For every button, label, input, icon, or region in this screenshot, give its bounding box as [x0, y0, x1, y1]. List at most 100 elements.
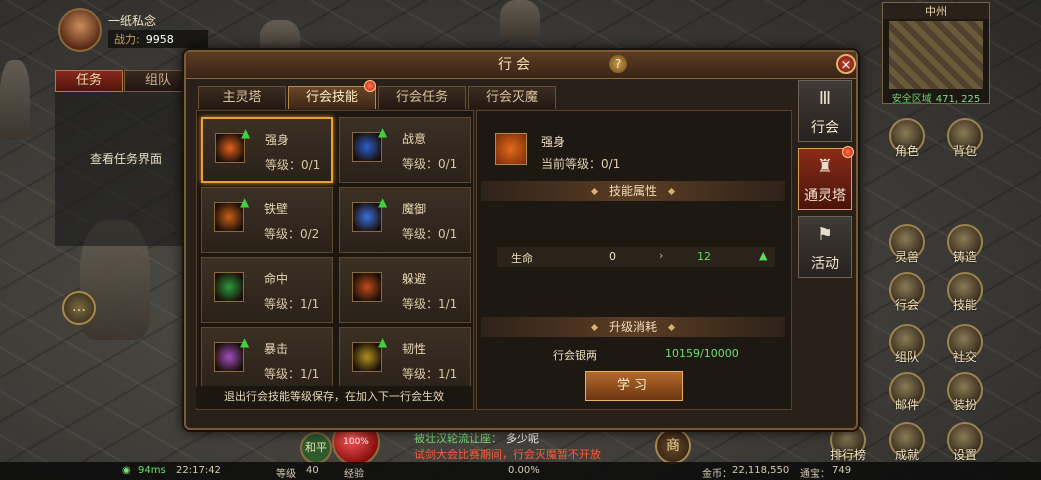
level-label: 等级	[276, 469, 296, 480]
tab-team[interactable]: 组队	[124, 70, 192, 92]
guild-silver-label: 行会银两	[553, 349, 597, 362]
player-info[interactable]: 一纸私念 战力: 9958	[58, 8, 208, 52]
tab-guild-quests[interactable]: 行会任务	[378, 86, 466, 109]
wifi-icon: ◉	[122, 465, 131, 476]
learn-button[interactable]: 学习	[585, 371, 683, 401]
flag-icon: ⚑	[816, 224, 834, 245]
skill-name: 铁壁	[264, 202, 289, 216]
guild-dialog: 行会 ? × 主灵塔 行会技能 行会任务 行会灭魔 ▲ 强身 等级：0/1 ▲ …	[184, 50, 858, 430]
chat-icon[interactable]: …	[62, 291, 96, 325]
tab-guild-demon-hunt[interactable]: 行会灭魔	[468, 86, 556, 109]
outfit-label: 装扮	[952, 398, 977, 412]
side-tab-spirit-tower[interactable]: ♜ 通灵塔	[798, 148, 852, 210]
tower-icon: ♜	[816, 156, 834, 177]
skill-card[interactable]: ▲ 韧性 等级：1/1	[339, 327, 471, 393]
skill-card[interactable]: 命中 等级：1/1	[201, 257, 333, 323]
detail-skill-name: 强身	[541, 135, 566, 149]
player-name: 一纸私念	[108, 14, 157, 28]
diamond-icon	[667, 323, 676, 332]
ingot-label: 通宝：	[800, 469, 830, 480]
npc-figure	[0, 60, 30, 140]
npc-figure	[500, 0, 540, 40]
skill-card[interactable]: ▲ 魔御 等级：0/1	[339, 187, 471, 253]
skill-level: 等级：0/1	[402, 157, 458, 171]
dodge-icon	[352, 272, 382, 302]
attributes-header-label: 技能属性	[608, 184, 657, 198]
skill-card[interactable]: 躲避 等级：1/1	[339, 257, 471, 323]
achievement-label: 成就	[894, 448, 919, 462]
skill-card[interactable]: ▲ 铁壁 等级：0/2	[201, 187, 333, 253]
attributes-header: 技能属性	[481, 181, 785, 201]
settings-label: 设置	[952, 448, 977, 462]
skill-card[interactable]: ▲ 强身 等级：0/1	[201, 117, 333, 183]
skill-card[interactable]: ▲ 暴击 等级：1/1	[201, 327, 333, 393]
bag-label: 背包	[952, 144, 977, 158]
tab-guild-skills[interactable]: 行会技能	[288, 86, 376, 109]
forge-label: 铸造	[952, 250, 977, 264]
skill-label: 技能	[952, 298, 977, 312]
diamond-icon	[667, 187, 676, 196]
skill-level: 等级：0/2	[264, 227, 320, 241]
map-title: 中州	[883, 3, 989, 19]
coords-value: 471, 225	[935, 94, 981, 105]
skill-name: 躲避	[402, 272, 427, 286]
pet-label: 灵兽	[894, 250, 919, 264]
skill-level: 等级：1/1	[402, 297, 458, 311]
arrow-right-icon: ›	[659, 249, 664, 262]
upgrade-arrow-icon: ▲	[378, 195, 388, 209]
accuracy-icon	[214, 272, 244, 302]
gold-label: 金币：	[702, 469, 732, 480]
mail-label: 邮件	[894, 398, 919, 412]
tab-task[interactable]: 任务	[55, 70, 123, 92]
skill-name: 魔御	[402, 202, 427, 216]
level-value: 40	[306, 465, 319, 476]
peace-mode-button[interactable]: 和平	[300, 432, 332, 464]
player-avatar[interactable]	[58, 8, 102, 52]
side-tab-label: 活动	[811, 256, 839, 272]
side-tab-label: 行会	[811, 120, 839, 136]
side-tab-label: 通灵塔	[804, 188, 846, 204]
ingot-value: 749	[832, 465, 852, 476]
skill-name: 命中	[264, 272, 289, 286]
map-coords: 安全区域 471, 225	[883, 90, 989, 105]
skill-level: 等级：0/1	[265, 158, 321, 172]
tab-spirit-tower[interactable]: 主灵塔	[198, 86, 286, 109]
clock: 22:17:42	[176, 465, 221, 476]
side-tab-activity[interactable]: ⚑ 活动	[798, 216, 852, 278]
upgrade-arrow-icon: ▲	[241, 126, 251, 140]
increase-arrow-icon: ▲	[759, 249, 768, 262]
task-view-text[interactable]: 查看任务界面	[58, 150, 194, 167]
dialog-title: 行会	[498, 57, 534, 73]
safe-zone-label: 安全区域	[891, 94, 932, 105]
help-icon[interactable]: ?	[609, 55, 627, 73]
gold-value: 22,118,550	[732, 465, 790, 476]
skill-level: 等级：1/1	[264, 367, 320, 381]
strength-icon	[495, 133, 527, 165]
skill-name: 暴击	[264, 342, 289, 356]
detail-current-level: 当前等级：0/1	[541, 157, 621, 171]
power-row: 战力: 9958	[108, 30, 208, 48]
skill-name: 韧性	[402, 342, 427, 356]
dialog-titlebar: 行会 ? ×	[186, 52, 856, 79]
character-label: 角色	[894, 144, 919, 158]
diamond-icon	[590, 323, 599, 332]
notification-dot	[364, 80, 376, 92]
skill-level: 等级：1/1	[402, 367, 458, 381]
minimap[interactable]: 中州 安全区域 471, 225	[882, 2, 990, 105]
upgrade-arrow-icon: ▲	[378, 335, 388, 349]
chat-area[interactable]: 被壮汉轮流让座： 多少呢 试剑大会比赛期间，行会灭魔暂不开放	[414, 430, 601, 462]
social-label: 社交	[952, 350, 977, 364]
team-label: 组队	[894, 350, 919, 364]
guild-emblem-icon: Ⅲ	[818, 88, 832, 109]
skill-name: 强身	[265, 133, 290, 147]
side-tab-guild[interactable]: Ⅲ 行会	[798, 80, 852, 142]
map-view[interactable]	[889, 21, 983, 89]
attribute-next: 12	[697, 250, 711, 263]
merchant-button[interactable]: 商	[655, 428, 691, 464]
skill-card[interactable]: ▲ 战意 等级：0/1	[339, 117, 471, 183]
power-value: 9958	[145, 33, 174, 46]
guild-label: 行会	[894, 298, 919, 312]
close-icon[interactable]: ×	[836, 54, 856, 74]
chat-line-name: 多少呢	[506, 432, 539, 445]
attribute-name: 生命	[511, 252, 533, 265]
